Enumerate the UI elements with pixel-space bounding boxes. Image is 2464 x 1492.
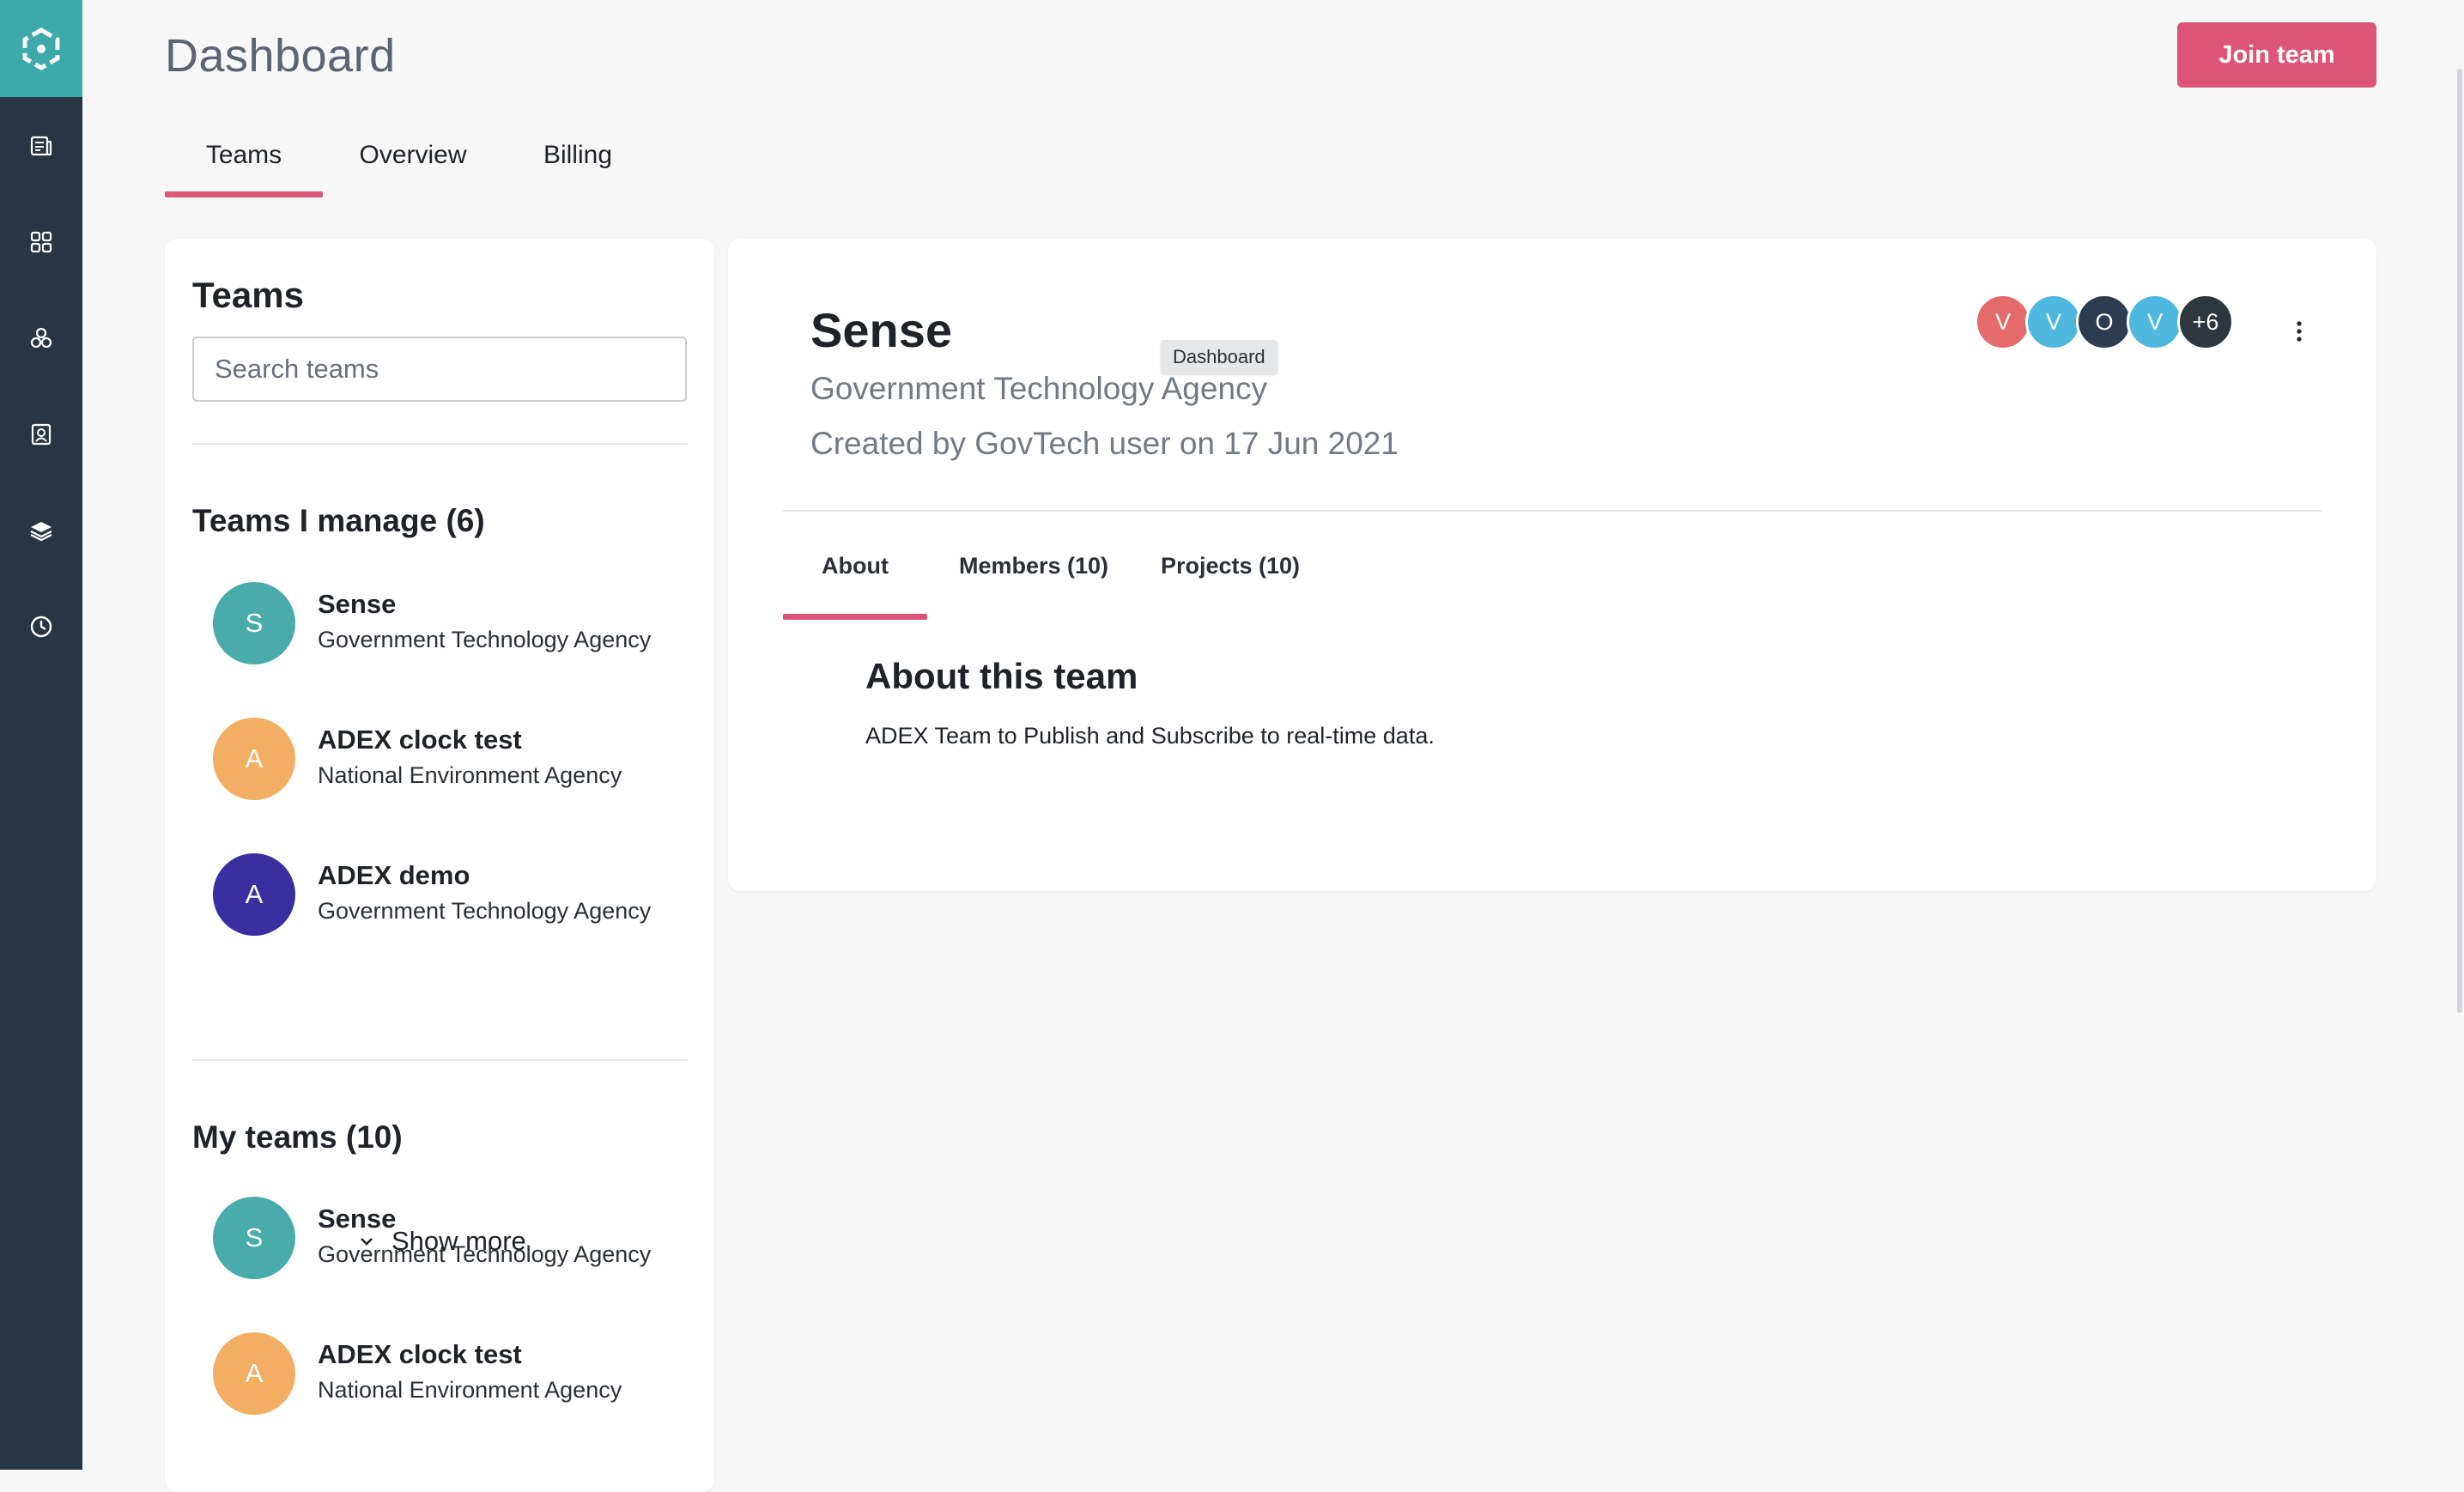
team-name: ADEX demo xyxy=(318,860,470,890)
teams-panel: Teams Teams I manage (6) S Sense Governm… xyxy=(165,239,714,1492)
tab-about[interactable]: About xyxy=(783,553,927,620)
team-org: National Environment Agency xyxy=(318,762,622,788)
member-avatar[interactable]: V xyxy=(2025,294,2082,350)
search-teams-input[interactable] xyxy=(192,337,687,402)
tooltip: Dashboard xyxy=(1161,340,1278,374)
my-team-item-adex-clock-test[interactable]: A ADEX clock test National Environment A… xyxy=(213,1332,677,1418)
manage-team-item-sense[interactable]: S Sense Government Technology Agency xyxy=(213,582,677,668)
member-avatar[interactable]: O xyxy=(2076,294,2133,350)
team-name: Sense xyxy=(318,589,397,619)
app-logo[interactable] xyxy=(0,0,82,97)
page-title: Dashboard xyxy=(165,30,396,82)
about-title: About this team xyxy=(865,656,1138,696)
team-name: ADEX clock test xyxy=(318,1339,522,1369)
about-text: ADEX Team to Publish and Subscribe to re… xyxy=(865,723,1435,749)
member-avatar[interactable]: V xyxy=(2127,294,2183,350)
avatar: A xyxy=(213,1332,295,1415)
avatar: A xyxy=(213,718,295,800)
clock-icon[interactable] xyxy=(26,611,57,642)
team-detail-panel: Sense Government Technology Agency Creat… xyxy=(728,239,2376,891)
team-cluster-icon[interactable] xyxy=(26,323,57,354)
tab-members[interactable]: Members (10) xyxy=(955,553,1113,620)
tab-teams[interactable]: Teams xyxy=(165,129,323,197)
contact-book-icon[interactable] xyxy=(26,419,57,450)
tab-overview[interactable]: Overview xyxy=(347,129,479,197)
avatar: A xyxy=(213,853,295,936)
more-members-count[interactable]: +6 xyxy=(2177,294,2234,350)
avatar: S xyxy=(213,1197,295,1279)
sidebar xyxy=(0,0,82,1470)
divider xyxy=(192,1059,687,1061)
divider xyxy=(192,443,687,445)
team-detail-org: Government Technology Agency xyxy=(810,371,1268,406)
teams-i-manage-heading: Teams I manage (6) xyxy=(192,503,485,538)
team-org: Government Technology Agency xyxy=(318,1241,652,1267)
team-org: National Environment Agency xyxy=(318,1377,622,1403)
team-detail-name: Sense xyxy=(810,303,952,357)
divider xyxy=(783,510,2321,512)
member-avatar[interactable]: V xyxy=(1975,294,2031,350)
team-org: Government Technology Agency xyxy=(318,898,652,924)
tab-projects[interactable]: Projects (10) xyxy=(1157,553,1303,620)
my-teams-heading: My teams (10) xyxy=(192,1119,403,1155)
teams-panel-title: Teams xyxy=(192,275,304,315)
team-org: Government Technology Agency xyxy=(318,627,652,652)
news-icon[interactable] xyxy=(26,130,57,161)
team-name: Sense xyxy=(318,1204,397,1234)
apps-grid-icon[interactable] xyxy=(26,227,57,258)
manage-team-item-adex-demo[interactable]: A ADEX demo Government Technology Agency xyxy=(213,853,677,939)
join-team-button[interactable]: Join team xyxy=(2177,22,2376,88)
tab-billing[interactable]: Billing xyxy=(520,129,635,197)
team-name: ADEX clock test xyxy=(318,725,522,755)
manage-team-item-adex-clock-test[interactable]: A ADEX clock test National Environment A… xyxy=(213,718,677,804)
team-detail-created: Created by GovTech user on 17 Jun 2021 xyxy=(810,426,1399,461)
layers-icon[interactable] xyxy=(26,515,57,546)
page-scrollbar[interactable] xyxy=(2457,69,2462,1013)
avatar: S xyxy=(213,582,295,664)
more-options-icon[interactable] xyxy=(2282,314,2316,349)
my-team-item-sense[interactable]: S Sense Government Technology Agency xyxy=(213,1197,677,1283)
logo-icon xyxy=(22,27,60,70)
